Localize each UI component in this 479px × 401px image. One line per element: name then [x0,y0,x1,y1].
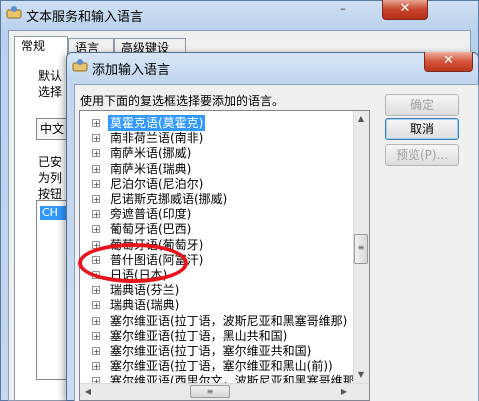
expand-plus-icon[interactable]: + [92,225,100,234]
language-label: 葡萄牙语(巴西) [110,222,192,237]
dialog-title: 添加输入语言 [92,63,171,78]
language-label: 南萨米语(瑞典) [110,161,192,176]
expand-plus-icon[interactable]: + [92,195,100,204]
language-label: 南非荷兰语(南非) [110,131,204,146]
expand-plus-icon[interactable]: + [92,149,100,158]
keyboard-icon [72,59,88,72]
vertical-scroll-thumb[interactable]: ≡ [354,234,368,264]
expand-plus-icon[interactable]: + [92,347,100,356]
expand-plus-icon[interactable]: + [92,134,100,143]
language-label: 尼诺斯克挪威语(挪威) [110,192,228,206]
expand-plus-icon[interactable]: + [92,210,100,219]
back-text: 已安 [38,155,63,169]
scroll-down-arrow-icon[interactable]: ▼ [355,368,367,382]
scroll-left-arrow-icon[interactable]: ◀ [82,385,94,398]
language-label: 南萨米语(挪威) [110,146,192,161]
back-text: 选择 [38,85,63,99]
language-label: 塞尔维亚语(拉丁语，塞尔维亚和黑山(前)) [110,359,333,374]
keyboard-icon [6,6,22,19]
back-text: 默认 [38,69,63,83]
language-label: 瑞典语(芬兰) [110,283,180,298]
ok-button[interactable]: 确定 [385,94,459,116]
back-window-title: 文本服务和输入语言 [26,10,144,25]
language-label: 塞尔维亚语(拉丁语，黑山共和国) [110,328,288,343]
back-text: 为列 [38,171,63,185]
language-label: 尼泊尔语(尼泊尔) [110,176,204,191]
minimize-button[interactable]: – [330,0,356,19]
language-label: 莫霍克语(莫霍克) [108,115,206,131]
language-label: 旁遮普语(印度) [110,207,192,222]
preview-button[interactable]: 预览(P)... [385,144,459,166]
back-close-button[interactable]: ✕ [382,0,428,20]
horizontal-scroll-thumb[interactable]: ≡ [190,385,230,398]
scroll-up-arrow-icon[interactable]: ▲ [355,112,367,126]
language-label: 瑞典语(瑞典) [110,298,180,313]
expand-plus-icon[interactable]: + [92,164,100,173]
expand-plus-icon[interactable]: + [92,362,100,371]
cancel-button[interactable]: 取消 [385,118,459,140]
dialog-close-button[interactable]: ✕ [424,52,473,72]
highlight-circle [78,243,188,283]
tab-general[interactable]: 常规 [14,36,68,59]
expand-plus-icon[interactable]: + [92,316,100,325]
expand-plus-icon[interactable]: + [92,331,100,340]
language-label: 塞尔维亚语(拉丁语，波斯尼亚和黑塞哥维那) [110,313,348,328]
expand-plus-icon[interactable]: + [92,301,100,310]
instruction-text: 使用下面的复选框选择要添加的语言。 [80,94,285,108]
expand-plus-icon[interactable]: + [92,179,100,188]
expand-plus-icon[interactable]: + [92,286,100,295]
scroll-right-arrow-icon[interactable]: ▶ [338,385,350,398]
expand-plus-icon[interactable]: + [92,119,100,128]
language-label: 塞尔维亚语(拉丁语，塞尔维亚共和国) [110,344,312,358]
